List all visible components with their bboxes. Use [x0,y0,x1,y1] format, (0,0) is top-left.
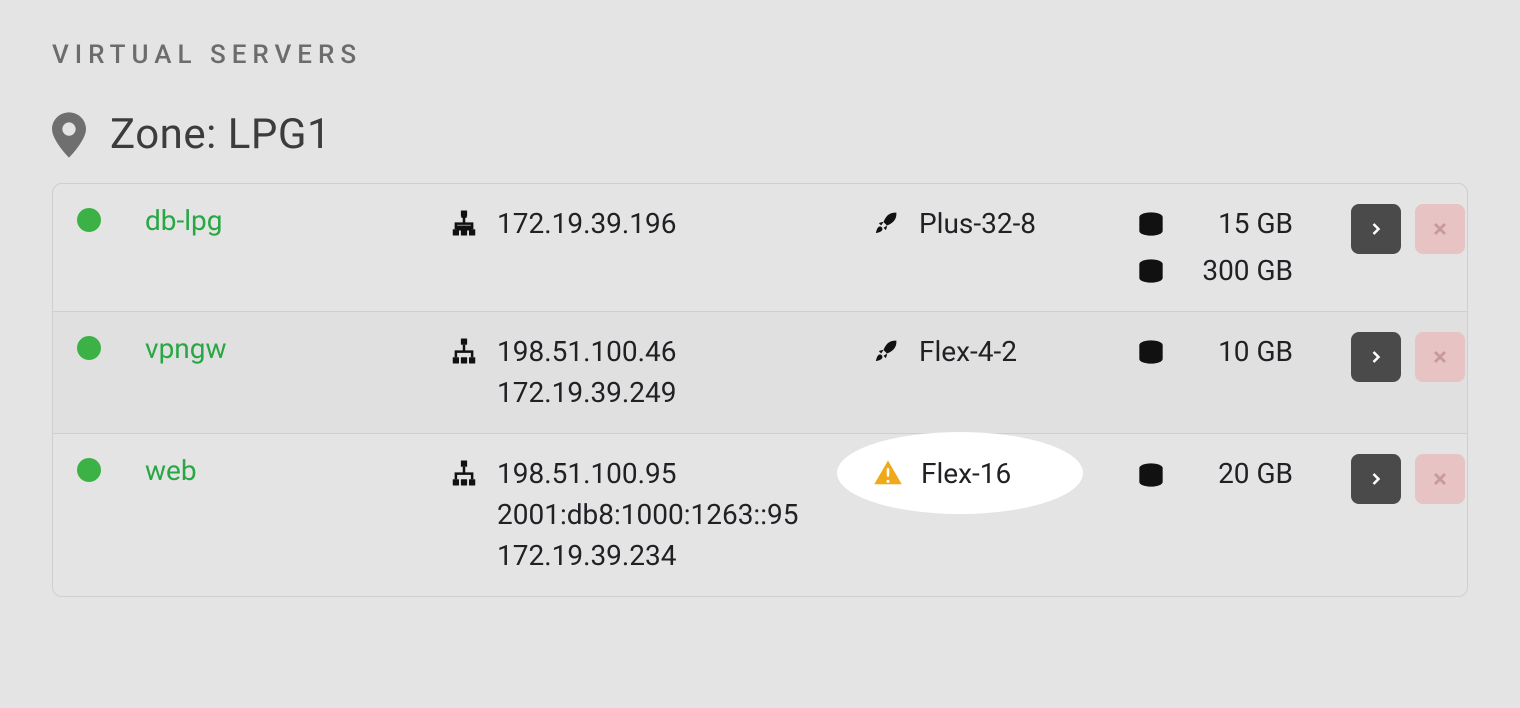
rocket-icon [873,336,901,364]
disk-size: 20 GB [1183,454,1293,495]
zone-title: Zone: LPG1 [110,110,331,159]
servers-panel: db-lpg 172.19.39.196 Plus-32-8 [52,183,1468,597]
status-indicator [77,336,101,360]
database-icon [1137,340,1165,364]
server-ips: 198.51.100.46 172.19.39.249 [449,332,869,413]
rocket-icon [873,208,901,236]
server-name-link[interactable]: vpngw [145,332,227,365]
network-icon [449,458,479,488]
server-row: vpngw 198.51.100.46 172.19.39.249 Flex-4… [53,312,1467,434]
delete-server-button[interactable] [1415,204,1465,254]
server-row: db-lpg 172.19.39.196 Plus-32-8 [53,184,1467,312]
database-icon [1137,212,1165,236]
delete-server-button[interactable] [1415,454,1465,504]
server-disks: 15 GB 300 GB [1137,204,1347,291]
delete-server-button[interactable] [1415,332,1465,382]
ip-address: 198.51.100.46 [497,332,677,373]
server-name-link[interactable]: web [145,454,197,487]
ip-address: 172.19.39.249 [497,373,677,414]
server-disks: 10 GB [1137,332,1347,373]
server-flavor: Flex-16 [873,454,1133,495]
server-disks: 20 GB [1137,454,1347,495]
ip-address: 172.19.39.234 [497,536,798,577]
flavor-label: Plus-32-8 [919,204,1036,245]
disk-size: 300 GB [1183,251,1293,292]
disk-size: 10 GB [1183,332,1293,373]
location-pin-icon [52,111,86,159]
ip-address: 198.51.100.95 [497,454,798,495]
ip-address: 172.19.39.196 [497,204,677,245]
warning-icon [873,458,903,488]
server-ips: 198.51.100.95 2001:db8:1000:1263::95 172… [449,454,869,576]
open-server-button[interactable] [1351,332,1401,382]
zone-header: Zone: LPG1 [52,110,1468,159]
server-flavor: Flex-4-2 [873,332,1133,373]
disk-size: 15 GB [1183,204,1293,245]
server-name-link[interactable]: db-lpg [145,204,223,237]
database-icon [1137,463,1165,487]
server-ips: 172.19.39.196 [449,204,869,245]
open-server-button[interactable] [1351,454,1401,504]
network-icon [449,336,479,366]
ip-address: 2001:db8:1000:1263::95 [497,495,798,536]
network-icon [449,208,479,238]
status-indicator [77,458,101,482]
open-server-button[interactable] [1351,204,1401,254]
flavor-label: Flex-4-2 [919,332,1017,373]
server-flavor: Plus-32-8 [873,204,1133,245]
database-icon [1137,259,1165,283]
section-title: VIRTUAL SERVERS [52,40,1468,70]
flavor-label: Flex-16 [921,454,1011,495]
server-row: web 198.51.100.95 2001:db8:1000:1263::95… [53,434,1467,596]
status-indicator [77,208,101,232]
